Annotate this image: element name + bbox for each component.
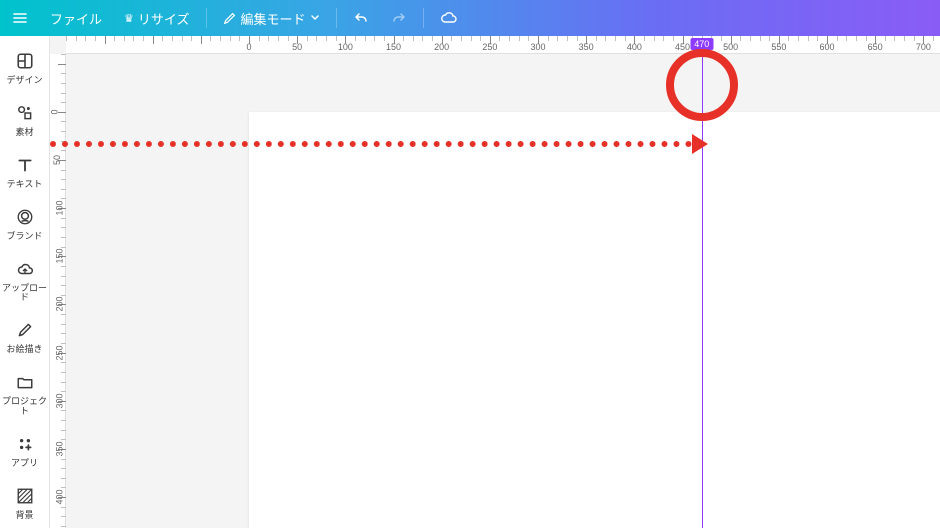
file-label: ファイル [50,9,102,28]
sidebar-item-label: テキスト [7,180,43,190]
sidebar-item-label: お絵描き [6,345,42,355]
cloud-icon [440,9,458,27]
sidebar-item-label: アップロード [0,284,49,304]
ruler-v-label: 0 [50,109,60,114]
separator [336,8,337,28]
sidebar-item-label: 素材 [15,128,33,138]
ruler-h-label: 550 [771,42,786,52]
sidebar: デザイン素材テキストブランドアップロードお絵描きプロジェクトアプリ背景 [0,36,50,528]
ruler-v-label: 400 [55,490,65,505]
ruler-h-label: 0 [247,42,252,52]
pencil-icon [14,319,36,341]
ruler-v-label: 200 [55,297,65,312]
sidebar-item-upload[interactable]: アップロード [0,250,49,312]
ruler-h-label: 150 [386,42,401,52]
sidebar-item-design[interactable]: デザイン [0,42,49,94]
shapes-icon [14,102,36,124]
chevron-down-icon [310,13,320,23]
ruler-h-label: 400 [627,42,642,52]
separator [206,8,207,28]
cloud-icon [14,258,36,280]
ruler-v-label: 100 [55,201,65,216]
ruler-h-label: 450 [675,42,690,52]
separator [423,8,424,28]
hatch-icon [14,485,36,507]
layout-icon [14,50,36,72]
sidebar-item-label: デザイン [6,76,42,86]
ruler-h-label: 350 [579,42,594,52]
resize-label: リサイズ [138,9,190,28]
undo-button[interactable] [347,6,375,30]
guide-vertical[interactable] [702,54,703,528]
sidebar-item-elements[interactable]: 素材 [0,94,49,146]
ruler-h-label: 200 [434,42,449,52]
ruler-h-label: 100 [338,42,353,52]
folder-icon [14,371,36,393]
sidebar-item-apps[interactable]: アプリ [0,425,49,477]
ruler-h-label: 700 [916,42,931,52]
ruler-v-label: 50 [52,155,62,165]
brand-icon [14,206,36,228]
sidebar-item-label: アプリ [11,459,38,469]
guide-badge: 470 [690,38,713,50]
cloud-sync-button[interactable] [434,5,464,31]
ruler-horizontal[interactable]: 0 50 100 150 200 250 300 350 400 450 500 550 600 650 7… [66,36,940,54]
apps-icon [14,433,36,455]
sidebar-item-draw[interactable]: お絵描き [0,311,49,363]
canvas-viewport[interactable] [66,54,940,528]
hamburger-menu[interactable] [6,6,34,30]
ruler-v-label: 300 [55,393,65,408]
ruler-v-label: 250 [55,345,65,360]
ruler-h-label: 300 [531,42,546,52]
redo-button[interactable] [385,6,413,30]
pencil-icon [223,11,237,25]
hamburger-icon [12,10,28,26]
edit-mode-button[interactable]: 編集モード [217,5,326,32]
edit-mode-label: 編集モード [241,9,306,28]
ruler-h-label: 250 [482,42,497,52]
ruler-h-label: 500 [723,42,738,52]
ruler-h-label: 650 [868,42,883,52]
crown-icon: ♛ [124,12,134,25]
ruler-v-label: 150 [55,249,65,264]
ruler-vertical[interactable]: 050100150200250300350400450 [50,54,66,528]
sidebar-item-label: 背景 [15,511,33,521]
sidebar-item-projects[interactable]: プロジェクト [0,363,49,425]
undo-icon [353,10,369,26]
sidebar-item-label: プロジェクト [0,397,49,417]
ruler-h-label: 600 [819,42,834,52]
workspace: 0501001502002503003504004505005506006507… [50,36,940,528]
guide-badge-value: 470 [694,39,709,49]
ruler-h-label: 50 [292,42,302,52]
ruler-v-label: 350 [55,441,65,456]
canvas[interactable] [249,112,940,528]
sidebar-item-brand[interactable]: ブランド [0,198,49,250]
resize-button[interactable]: ♛ リサイズ [118,5,196,32]
topbar: ファイル ♛ リサイズ 編集モード [0,0,940,36]
sidebar-item-bg[interactable]: 背景 [0,477,49,528]
text-icon [14,154,36,176]
file-menu[interactable]: ファイル [44,5,108,32]
redo-icon [391,10,407,26]
sidebar-item-text[interactable]: テキスト [0,146,49,198]
sidebar-item-label: ブランド [6,232,42,242]
